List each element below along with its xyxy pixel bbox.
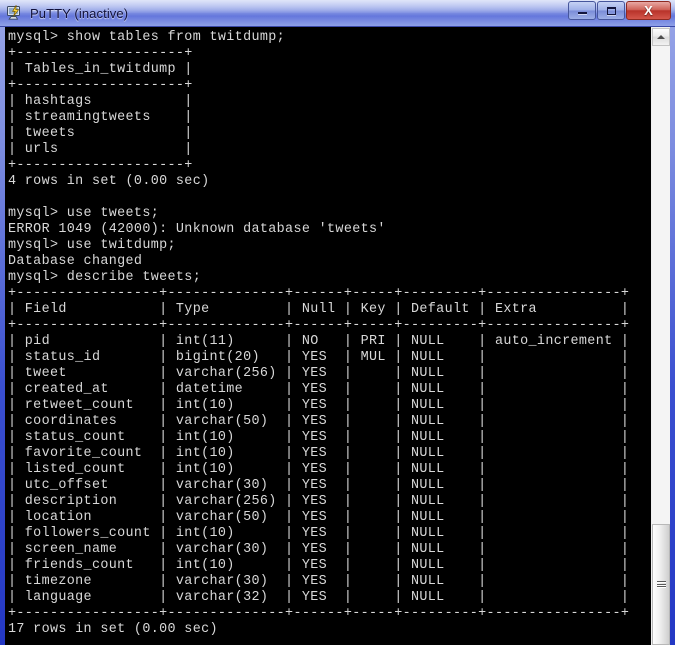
terminal-line: +-----------------+--------------+------… [8, 286, 630, 301]
putty-terminal-icon [6, 4, 24, 22]
maximize-icon [606, 6, 616, 15]
terminal-line: | Field | Type | Null | Key | Default | … [8, 302, 630, 317]
scrollbar-thumb[interactable] [652, 524, 670, 645]
terminal-line: | urls | [8, 142, 193, 157]
terminal-line: | status_id | bigint(20) | YES | MUL | N… [8, 350, 630, 365]
terminal-line: | friends_count | int(10) | YES | | NULL… [8, 558, 630, 573]
terminal-line: | retweet_count | int(10) | YES | | NULL… [8, 398, 630, 413]
terminal-line: +--------------------+ [8, 46, 193, 61]
terminal-output[interactable]: mysql> show tables from twitdump; +------… [5, 27, 650, 645]
terminal-line: | favorite_count | int(10) | YES | | NUL… [8, 446, 630, 461]
terminal-line: | tweets | [8, 126, 193, 141]
maximize-button[interactable] [597, 1, 625, 20]
terminal-line: mysql> describe tweets; [8, 270, 202, 285]
terminal-line: | tweet | varchar(256) | YES | | NULL | … [8, 366, 630, 381]
terminal-line: | Tables_in_twitdump | [8, 62, 193, 77]
terminal-line: 17 rows in set (0.00 sec) [8, 622, 218, 637]
terminal-line: +--------------------+ [8, 78, 193, 93]
title-bar[interactable]: PuTTY (inactive) X [0, 0, 675, 27]
scrollbar-up-button[interactable] [652, 28, 670, 46]
putty-window: PuTTY (inactive) X mysql> show tables fr… [0, 0, 675, 645]
minimize-icon [577, 12, 587, 14]
terminal-line: | streamingtweets | [8, 110, 193, 125]
terminal-line: 4 rows in set (0.00 sec) [8, 174, 210, 189]
terminal-line: | language | varchar(32) | YES | | NULL … [8, 590, 630, 605]
terminal-line: | status_count | int(10) | YES | | NULL … [8, 430, 630, 445]
terminal-line: ERROR 1049 (42000): Unknown database 'tw… [8, 222, 386, 237]
terminal-line: | coordinates | varchar(50) | YES | | NU… [8, 414, 630, 429]
terminal-line: | followers_count | int(10) | YES | | NU… [8, 526, 630, 541]
terminal-line: | timezone | varchar(30) | YES | | NULL … [8, 574, 630, 589]
terminal-line: mysql> use twitdump; [8, 238, 176, 253]
terminal-line: | listed_count | int(10) | YES | | NULL … [8, 462, 630, 477]
terminal-line: | created_at | datetime | YES | | NULL |… [8, 382, 630, 397]
terminal-line: | screen_name | varchar(30) | YES | | NU… [8, 542, 630, 557]
terminal-line: +--------------------+ [8, 158, 193, 173]
scroll-up-arrow-icon [657, 35, 665, 39]
terminal-line: +-----------------+--------------+------… [8, 318, 630, 333]
terminal-line: | pid | int(11) | NO | PRI | NULL | auto… [8, 334, 630, 349]
close-icon: X [644, 3, 653, 18]
terminal-line: mysql> use tweets; [8, 206, 160, 221]
scrollbar-grip-icon [656, 581, 666, 588]
terminal-line: | hashtags | [8, 94, 193, 109]
terminal-line: | description | varchar(256) | YES | | N… [8, 494, 630, 509]
terminal-line: Database changed [8, 254, 143, 269]
terminal-line: | location | varchar(50) | YES | | NULL … [8, 510, 630, 525]
terminal-line: | utc_offset | varchar(30) | YES | | NUL… [8, 478, 630, 493]
close-button[interactable]: X [626, 1, 671, 20]
terminal-scrollbar[interactable] [650, 27, 670, 645]
window-title: PuTTY (inactive) [30, 5, 129, 21]
minimize-button[interactable] [568, 1, 596, 20]
window-controls: X [567, 1, 671, 20]
terminal-line: +-----------------+--------------+------… [8, 606, 630, 621]
terminal-client-area: mysql> show tables from twitdump; +------… [5, 27, 670, 645]
terminal-line: mysql> show tables from twitdump; [8, 30, 286, 45]
